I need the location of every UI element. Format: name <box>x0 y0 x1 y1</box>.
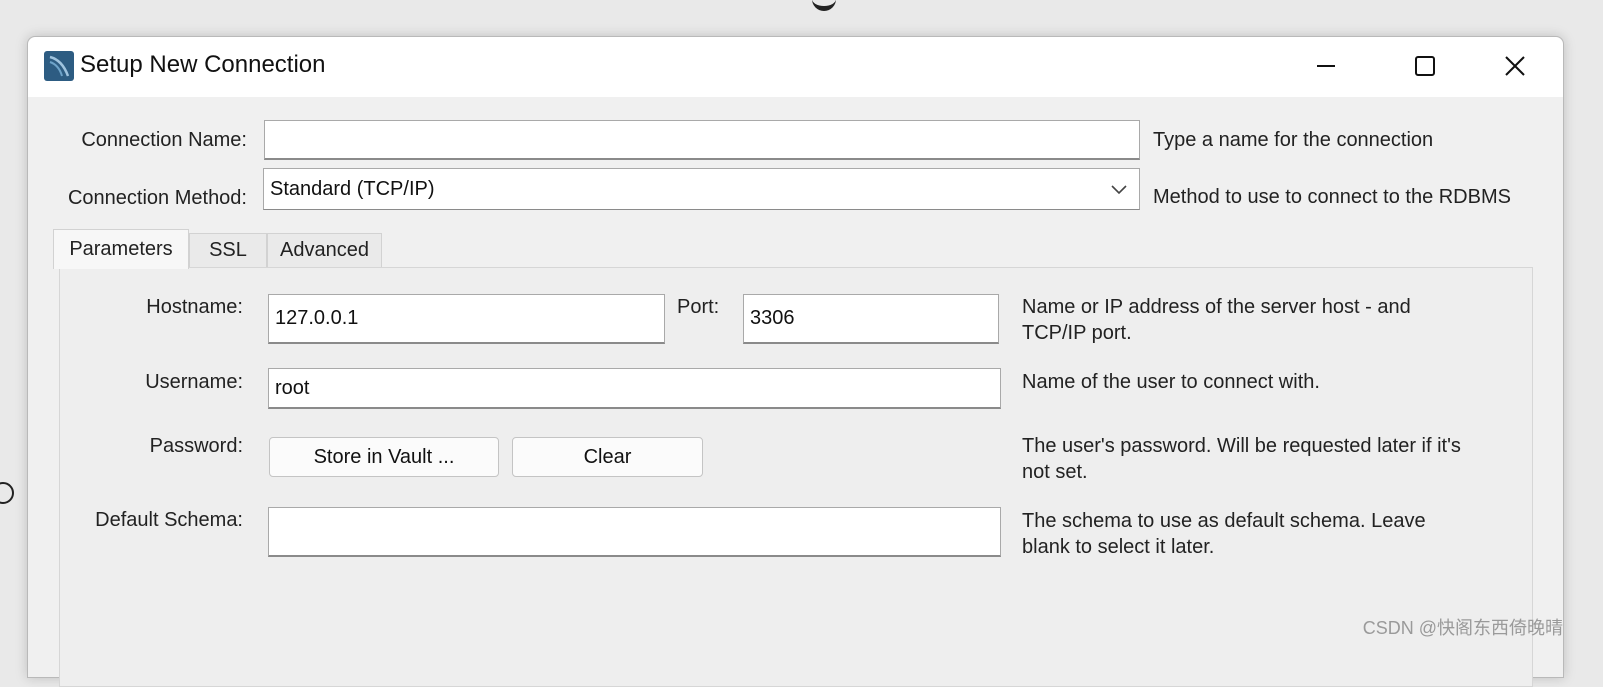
window-title: Setup New Connection <box>80 51 326 78</box>
default-schema-label: Default Schema: <box>95 509 243 531</box>
connection-method-label: Connection Method: <box>67 187 247 209</box>
tab-parameters[interactable]: Parameters <box>53 229 189 269</box>
username-input[interactable]: root <box>268 368 1001 409</box>
tab-advanced[interactable]: Advanced <box>267 233 382 268</box>
port-label: Port: <box>677 296 720 318</box>
host-help-line1: Name or IP address of the server host - … <box>1022 296 1411 318</box>
minimize-icon <box>1317 65 1335 67</box>
username-help: Name of the user to connect with. <box>1022 371 1320 393</box>
tab-ssl[interactable]: SSL <box>189 233 267 268</box>
connection-name-help: Type a name for the connection <box>1153 129 1434 151</box>
hostname-input[interactable]: 127.0.0.1 <box>268 294 665 344</box>
close-icon <box>1505 56 1525 76</box>
connection-name-label: Connection Name: <box>81 129 247 151</box>
default-schema-input[interactable] <box>268 507 1001 557</box>
connection-name-input[interactable] <box>264 120 1140 160</box>
store-in-vault-button[interactable]: Store in Vault ... <box>269 437 499 477</box>
minimize-button[interactable] <box>1281 37 1371 95</box>
title-bar: Setup New Connection <box>28 37 1563 97</box>
port-input[interactable]: 3306 <box>743 294 999 344</box>
password-help-line1: The user's password. Will be requested l… <box>1022 435 1461 457</box>
watermark-text: CSDN @快阁东西倚晚晴 <box>1362 618 1563 638</box>
chevron-down-icon <box>1111 185 1127 195</box>
default-schema-help-line1: The schema to use as default schema. Lea… <box>1022 510 1426 532</box>
connection-method-value: Standard (TCP/IP) <box>270 177 435 200</box>
mysql-workbench-icon <box>44 51 74 81</box>
connection-method-select[interactable]: Standard (TCP/IP) <box>263 168 1140 210</box>
host-help-line2: TCP/IP port. <box>1022 322 1132 344</box>
close-button[interactable] <box>1470 37 1560 95</box>
background-glyph <box>812 0 836 11</box>
maximize-button[interactable] <box>1380 37 1470 95</box>
hostname-label: Hostname: <box>146 296 243 318</box>
clear-password-button[interactable]: Clear <box>512 437 703 477</box>
default-schema-help-line2: blank to select it later. <box>1022 536 1215 558</box>
password-help-line2: not set. <box>1022 461 1088 483</box>
connection-method-help: Method to use to connect to the RDBMS <box>1153 186 1511 208</box>
username-label: Username: <box>145 371 243 393</box>
password-label: Password: <box>149 435 243 457</box>
setup-connection-dialog: Setup New Connection Connection Name: Ty… <box>27 36 1564 687</box>
background-circle-icon <box>0 482 14 504</box>
maximize-icon <box>1415 56 1435 76</box>
